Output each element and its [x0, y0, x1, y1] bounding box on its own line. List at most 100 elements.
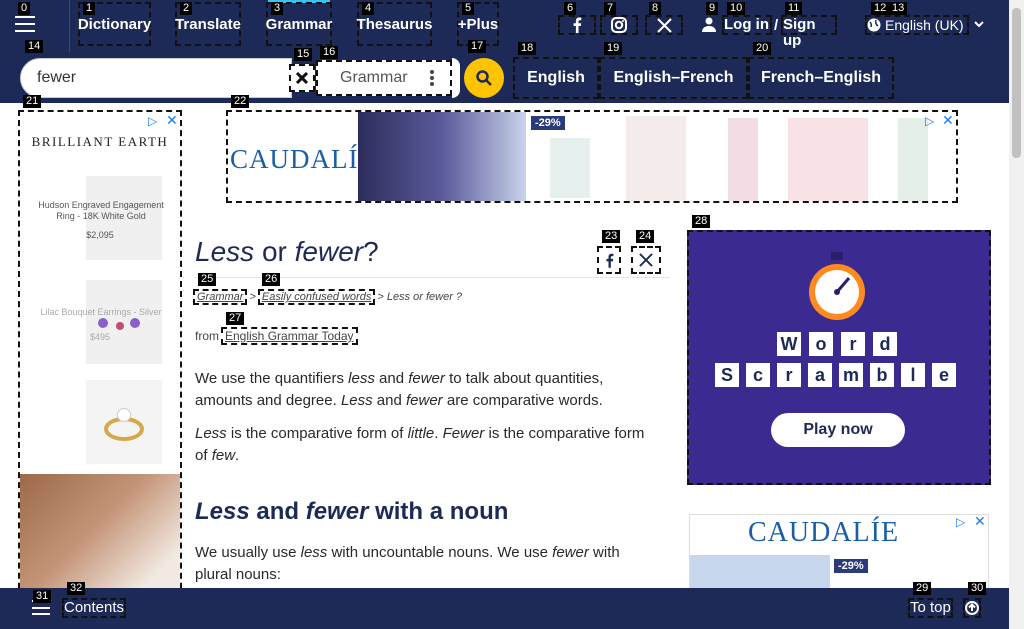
product-price: $2,095 [86, 230, 114, 240]
element-badge: 31 [33, 590, 52, 603]
language-selector[interactable]: English (UK) [865, 15, 969, 35]
ad-choices-icon: ▷ [148, 114, 158, 128]
earring-gem-icon [130, 318, 140, 328]
to-top-icon-button[interactable] [963, 598, 981, 618]
nav-thesaurus-label: Thesaurus [356, 15, 433, 33]
breadcrumb-easily-confused[interactable]: Easily confused words [257, 289, 376, 305]
contents-button[interactable]: Contents [62, 598, 126, 618]
to-top-button[interactable]: To top [908, 598, 953, 618]
source-link[interactable]: English Grammar Today [221, 327, 358, 345]
element-badge: 16 [320, 46, 339, 59]
login-separator: / [774, 17, 779, 34]
word-scramble-ad[interactable]: W o r d S c r a m b l e Play now [687, 230, 991, 485]
facebook-icon [573, 17, 582, 33]
tab-english-french-label: English–French [613, 69, 734, 86]
instagram-button[interactable] [600, 15, 638, 35]
element-badge: 0 [18, 2, 31, 15]
product-image [788, 118, 868, 201]
scrollbar-thumb[interactable] [1012, 8, 1021, 158]
login-label: Log in [724, 16, 769, 33]
element-badge: 15 [294, 48, 313, 61]
element-badge: 24 [636, 230, 655, 243]
element-badge: 3 [271, 2, 284, 15]
right-ad-2[interactable]: CAUDALÍE ▷ ✕ -29% [689, 514, 989, 594]
discount-badge: -29% [531, 116, 565, 130]
menu-icon[interactable] [15, 16, 35, 32]
element-badge: 30 [968, 582, 987, 595]
dataset-label: Grammar [340, 69, 408, 86]
nav-dictionary-label: Dictionary [77, 15, 152, 33]
close-icon [296, 72, 308, 84]
ad-close-icon: ✕ [942, 112, 954, 128]
paragraph-3: We usually use less with uncountable nou… [195, 544, 620, 583]
title-word-fewer: fewer [294, 236, 364, 267]
search-bar-end [452, 58, 460, 98]
share-x-button[interactable] [631, 246, 661, 274]
bottom-bar: Contents To top [0, 588, 1009, 629]
letter-tile: r [841, 332, 865, 356]
element-badge: 5 [462, 2, 475, 15]
breadcrumb-grammar[interactable]: Grammar [193, 289, 248, 305]
signup-label: Sign up [783, 16, 816, 49]
search-button[interactable] [464, 58, 504, 98]
element-badge: 9 [706, 2, 719, 15]
breadcrumb-separator: > [249, 291, 256, 303]
clear-search-button[interactable] [289, 64, 315, 92]
play-now-button[interactable]: Play now [771, 413, 905, 447]
element-badge: 8 [649, 2, 662, 15]
element-badge: 17 [468, 40, 487, 53]
letter-tile: e [932, 363, 956, 387]
element-badge: 1 [83, 2, 96, 15]
tab-french-english-label: French–English [760, 69, 882, 86]
instagram-icon [611, 17, 627, 33]
tab-french-english[interactable]: French–English [748, 57, 894, 99]
element-badge: 21 [23, 95, 42, 108]
paragraph-1: We use the quantifiers less and fewer to… [195, 370, 604, 409]
letter-tile: W [777, 332, 801, 356]
element-badge: 12 [871, 2, 890, 15]
scramble-row-2: S c r a m b l e [715, 363, 956, 387]
share-facebook-button[interactable] [597, 246, 621, 274]
tab-english[interactable]: English [513, 57, 599, 99]
letter-tile: a [808, 363, 832, 387]
element-badge: 10 [727, 2, 746, 15]
element-badge: 2 [180, 2, 193, 15]
signup-link[interactable]: Sign up [781, 15, 837, 49]
top-ad[interactable]: CAUDALÍE -29% ▷ ✕ [226, 110, 958, 203]
source-line: from English Grammar Today [195, 327, 358, 345]
search-input[interactable] [20, 58, 292, 98]
nav-grammar-label: Grammar [265, 15, 333, 33]
more-options-icon [430, 70, 434, 86]
nav-divider [69, 0, 70, 52]
left-ad[interactable]: ▷ ✕ BRILLIANT EARTH Hudson Engraved Enga… [18, 110, 182, 629]
tab-english-label: English [527, 69, 585, 86]
discount-badge: -29% [834, 559, 868, 573]
ad-brand: BRILLIANT EARTH [31, 134, 169, 149]
tab-english-french[interactable]: English–French [599, 57, 748, 99]
from-label: from [195, 329, 219, 343]
scramble-row-1: W o r d [777, 332, 897, 356]
letter-tile: c [746, 363, 770, 387]
letter-tile: b [870, 363, 894, 387]
product-name: Hudson Engraved Engagement Ring - 18K Wh… [38, 200, 164, 221]
ad-choices-icon: ▷ [925, 114, 935, 128]
breadcrumb: Grammar > Easily confused words > Less o… [193, 289, 462, 305]
ad-choices-icon: ▷ [956, 515, 966, 529]
ring-diamond-icon [117, 408, 131, 422]
top-navigation: Dictionary Translate Grammar Thesaurus +… [0, 0, 1009, 52]
x-icon [639, 253, 653, 267]
title-question-mark: ? [363, 236, 379, 267]
x-button[interactable] [645, 15, 683, 35]
element-badge: 28 [692, 215, 711, 228]
ad-hero-image [358, 112, 526, 201]
facebook-button[interactable] [558, 15, 596, 35]
ad-close-icon: ✕ [166, 112, 178, 128]
product-image [728, 118, 758, 201]
product-image [626, 116, 686, 201]
element-badge: 19 [604, 42, 623, 55]
earring-gem-icon [116, 322, 124, 330]
element-badge: 22 [231, 95, 250, 108]
letter-tile: d [873, 332, 897, 356]
element-badge: 25 [198, 273, 217, 286]
login-link[interactable]: Log in [722, 15, 772, 35]
